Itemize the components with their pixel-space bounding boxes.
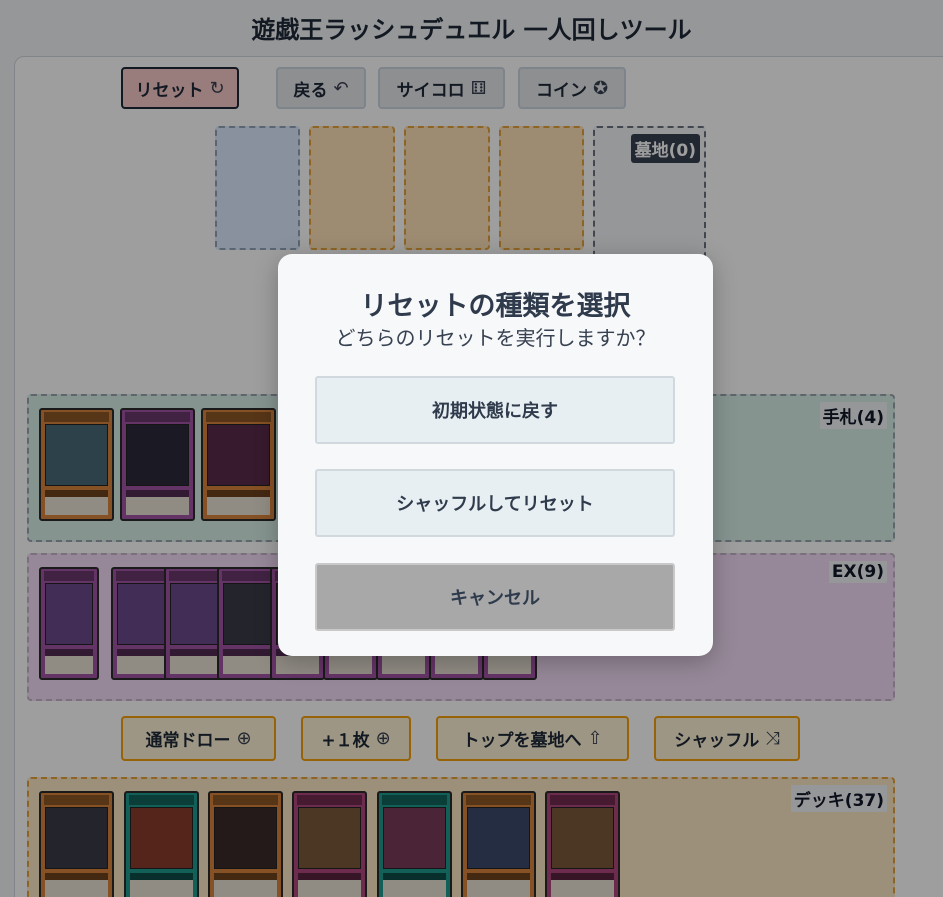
dialog-subtitle: どちらのリセットを実行しますか？ <box>335 326 656 350</box>
shuffle-reset-button[interactable]: シャッフルしてリセット <box>315 469 675 537</box>
cancel-button[interactable]: キャンセル <box>315 563 675 631</box>
reset-to-initial-button[interactable]: 初期状態に戻す <box>315 376 675 444</box>
reset-dialog: リセットの種類を選択 どちらのリセットを実行しますか？ 初期状態に戻す シャッフ… <box>278 254 713 656</box>
dialog-title: リセットの種類を選択 <box>360 291 631 322</box>
